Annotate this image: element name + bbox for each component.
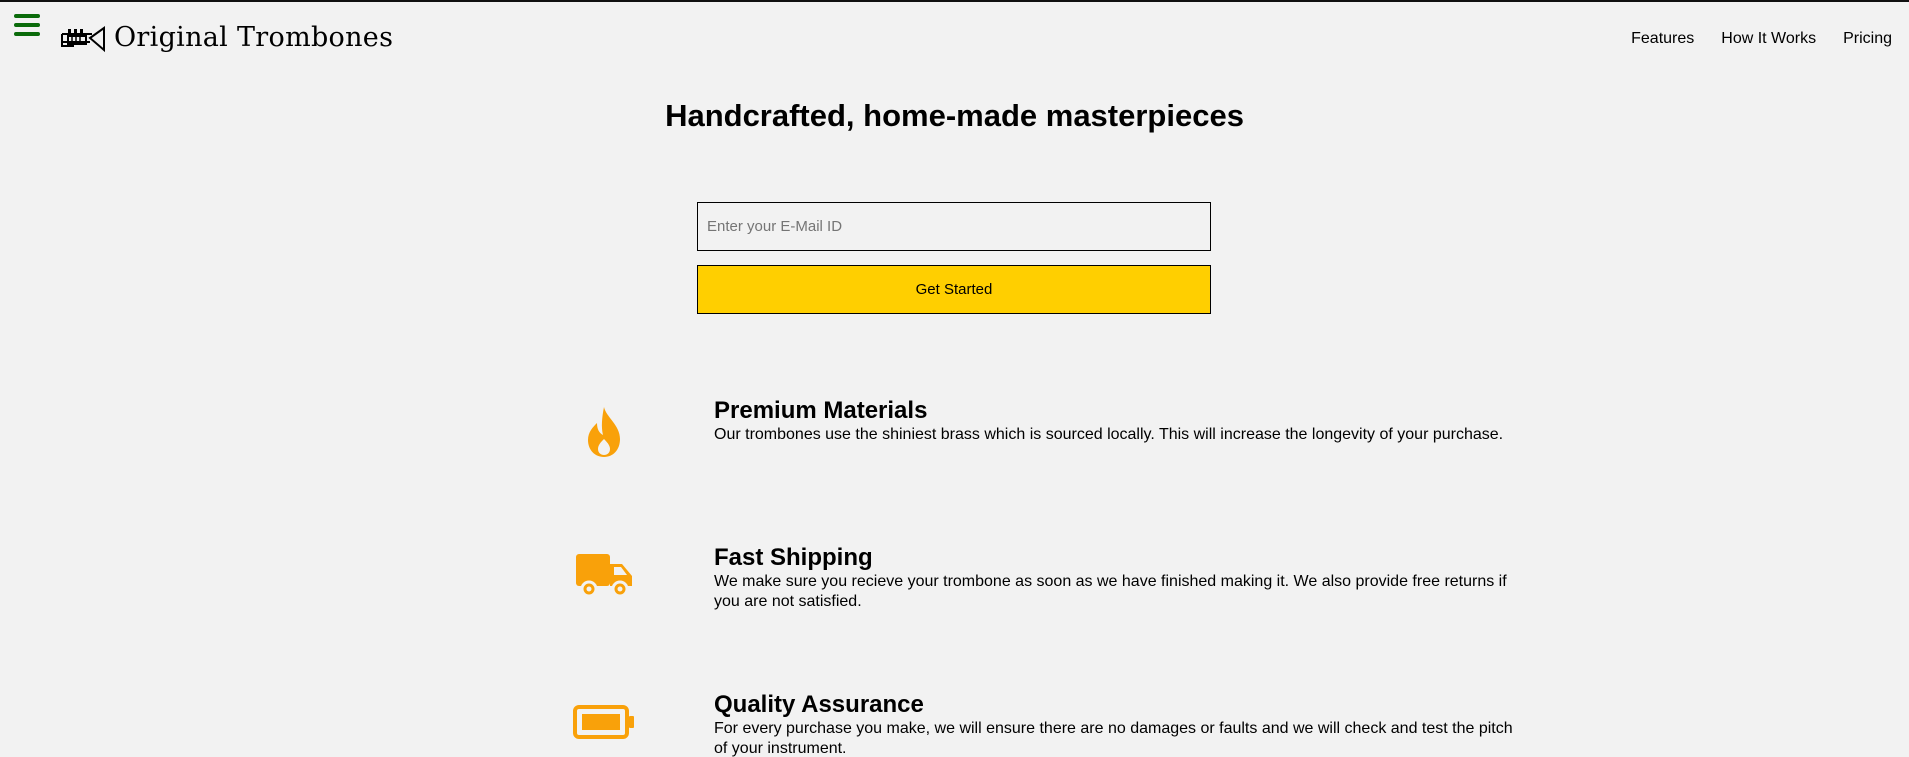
feature-premium-materials: Premium Materials Our trombones use the … <box>560 397 1510 487</box>
feature-description: Our trombones use the shiniest brass whi… <box>714 426 1504 443</box>
fire-icon <box>560 397 648 467</box>
email-input[interactable] <box>697 202 1211 251</box>
feature-description: We make sure you recieve your trombone a… <box>714 573 1507 610</box>
nav-link-pricing[interactable]: Pricing <box>1843 30 1892 48</box>
menu-bar <box>14 23 40 27</box>
get-started-button[interactable]: Get Started <box>697 265 1211 314</box>
nav-link-features[interactable]: Features <box>1631 30 1694 48</box>
menu-bar <box>14 14 40 18</box>
signup-form: Get Started <box>697 202 1211 314</box>
feature-title: Quality Assurance <box>714 691 924 718</box>
battery-icon <box>560 687 648 757</box>
menu-bar <box>14 32 40 36</box>
page-title: Handcrafted, home-made masterpieces <box>665 98 1244 133</box>
feature-title: Premium Materials <box>714 397 928 424</box>
brand-name: Original Trombones <box>114 22 394 53</box>
brand-logo[interactable]: Original Trombones <box>60 22 393 53</box>
nav-link-how-it-works[interactable]: How It Works <box>1721 30 1816 48</box>
feature-fast-shipping: Fast Shipping We make sure you recieve y… <box>560 544 1510 634</box>
menu-toggle-icon[interactable] <box>14 14 40 38</box>
truck-icon <box>560 540 648 610</box>
main-nav: Features How It Works Pricing <box>1631 30 1892 48</box>
trombone-icon <box>61 25 105 52</box>
feature-title: Fast Shipping <box>714 544 873 571</box>
feature-quality-assurance: Quality Assurance For every purchase you… <box>560 691 1513 757</box>
feature-description: For every purchase you make, we will ens… <box>714 720 1513 757</box>
